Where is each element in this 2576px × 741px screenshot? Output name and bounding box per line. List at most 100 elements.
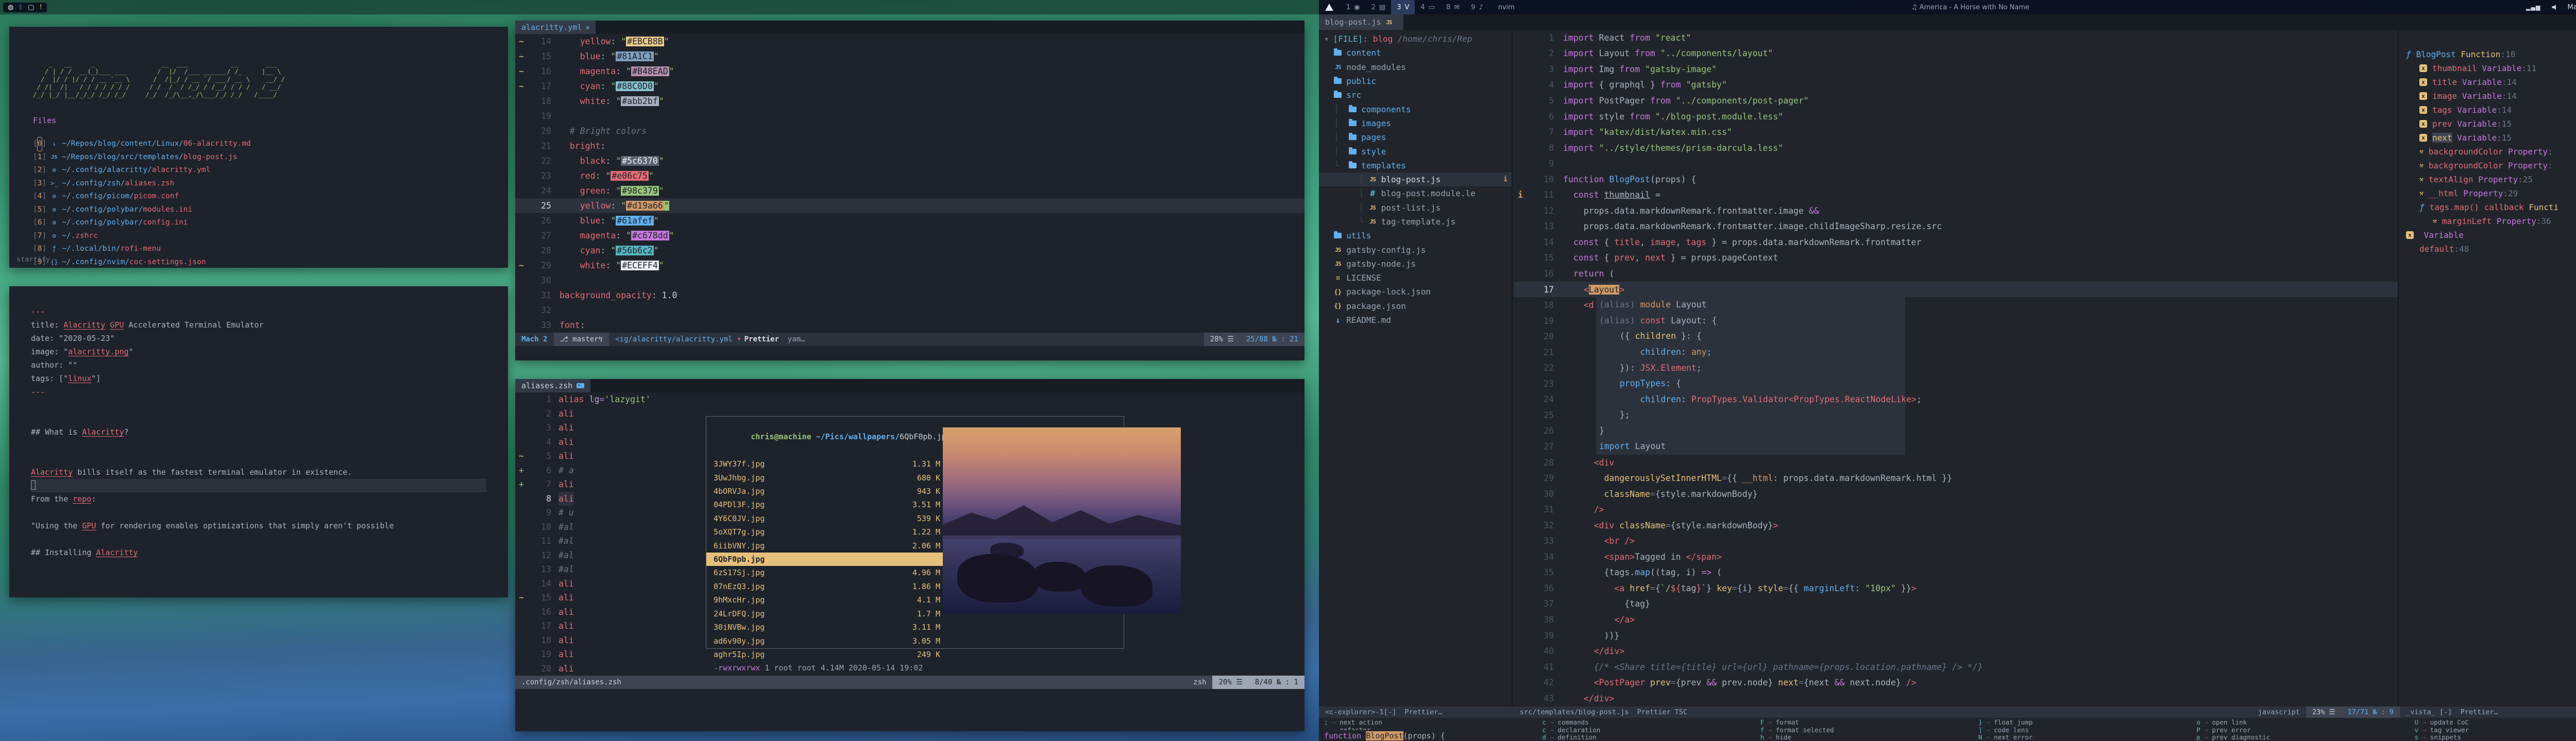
coc-explorer-pane[interactable]: ▾ [FILE]: blog /home/chris/Rep content J… (1319, 30, 1513, 706)
color-swatch: #e06c75 (611, 171, 649, 181)
outline-item[interactable]: ⚒backgroundColor Property: (2399, 159, 2576, 173)
file-row[interactable]: 9hMxcHr.jpg4.1 M (706, 593, 948, 607)
startify-entry[interactable]: [9]{}~/.config/nvim/coc-settings.json (33, 256, 508, 268)
explorer-item-templates[interactable]: └ templates (1319, 159, 1512, 173)
file-row[interactable]: 6iibVNY.jpg2.06 M (706, 539, 948, 553)
code-line: 40 </div> (1514, 643, 2398, 659)
outline-item[interactable]: ⚒backgroundColor Property: (2399, 145, 2576, 159)
file-row[interactable]: 07nEzQ3.jpg1.86 M (706, 580, 948, 593)
display-icon[interactable]: ▢ (28, 4, 34, 11)
file-row[interactable]: ad6v90y.jpg3.05 M (706, 634, 948, 648)
workspace-8[interactable]: 8✉ (1440, 0, 1465, 14)
zsh-statusline: .config/zsh/aliases.zsh zsh 20% ☰ 8/40 №… (515, 676, 1304, 689)
diagnostic-info-icon: i (1503, 176, 1507, 183)
file-row[interactable]: 5oXQT7g.jpg1.22 M (706, 525, 948, 539)
explorer-item-src[interactable]: src (1319, 88, 1512, 102)
alert-icon[interactable]: ! (39, 4, 42, 11)
file-row[interactable]: 4Y6C0JV.jpg539 K (706, 512, 948, 525)
code-line: 38 </a> (1514, 612, 2398, 628)
outline-item[interactable]: ⚒__html Property:29 (2399, 186, 2576, 200)
yml-line: 23 red: "#e06c75" (515, 168, 1304, 183)
file-row[interactable]: 3UwJhbg.jpg680 K (706, 471, 948, 485)
wifi-icon[interactable]: ▂▄▆ (2526, 4, 2540, 11)
explorer-item-README.md[interactable]: ↓README.md (1319, 313, 1512, 327)
code-line: 16 return ( (1514, 266, 2398, 282)
tab-blog-post-js[interactable]: blog-post.js JS (1319, 14, 1403, 30)
volume-icon[interactable] (2552, 5, 2556, 10)
outline-item[interactable]: ƒBlogPost Function:10 (2399, 47, 2576, 61)
startify-entry[interactable]: [7]⚙~/.zshrc (33, 230, 508, 243)
cheatsheet-binding: F → format (1760, 719, 1978, 727)
explorer-item-LICENSE[interactable]: ¤LICENSE (1319, 271, 1512, 285)
tab-aliases-zsh[interactable]: aliases.zsh >_ (515, 379, 590, 392)
startify-entry[interactable]: [5]⚙~/.config/polybar/modules.ini (33, 203, 508, 217)
wallpaper-image-preview (943, 427, 1181, 614)
startify-entry[interactable]: [4]⚙~/.config/picom/picom.conf (33, 190, 508, 203)
outline-item[interactable]: default:48 (2399, 242, 2576, 256)
explorer-item-node_modules[interactable]: JSnode_modules (1319, 60, 1512, 74)
startify-entry[interactable]: [3]>_~/.config/zsh/aliases.zsh (33, 177, 508, 191)
workspace-4[interactable]: 4▭ (1415, 0, 1440, 14)
file-row[interactable]: 6zS17Sj.jpg4.96 M (706, 566, 948, 579)
workspace-9[interactable]: 9♪ (1465, 0, 1489, 14)
outline-item[interactable]: xtags Variable:14 (2399, 103, 2576, 117)
explorer-item-gatsby-config.js[interactable]: JSgatsby-config.js (1319, 243, 1512, 256)
explorer-item-content[interactable]: content (1319, 46, 1512, 60)
code-line: 32 <div className={style.markdownBody}> (1514, 518, 2398, 533)
now-playing[interactable]: ♫ America - A Horse with No Name (1911, 4, 2029, 11)
music-icon: ♪ (1479, 4, 1483, 11)
code-line: 7import "katex/dist/katex.min.css" (1514, 124, 2398, 140)
startify-window[interactable]: _ __ _ __ ___ __ ___ / | / / __(_)___ __… (9, 27, 508, 268)
statusline-filepath: .config/zsh/aliases.zsh (515, 676, 628, 689)
startify-entry[interactable]: [8]ƒ~/.local/bin/rofi-menu (33, 243, 508, 256)
explorer-item-package.json[interactable]: {}package.json (1319, 299, 1512, 313)
outline-item[interactable]: xnext Variable:15 (2399, 131, 2576, 145)
explorer-item-pages[interactable]: │ pages (1319, 130, 1512, 144)
file-row[interactable]: 4bORVJa.jpg943 K (706, 485, 948, 498)
file-row[interactable]: 3JWY37f.jpg1.31 M (706, 457, 948, 471)
startify-entry[interactable]: [2]⚙~/.config/alacritty/alacritty.yml (33, 164, 508, 177)
alacritty-yml-window[interactable]: alacritty.yml⚙ ~14 yellow: "#EBCB8B"~15 … (515, 21, 1304, 360)
explorer-item-utils[interactable]: utils (1319, 229, 1512, 243)
outline-item[interactable]: ƒtags.map() callback Functi (2399, 200, 2576, 214)
explorer-item-images[interactable]: │ images (1319, 116, 1512, 130)
outline-item[interactable]: ⚒textAlign Property:25 (2399, 173, 2576, 186)
outline-item[interactable]: xprev Variable:15 (2399, 117, 2576, 131)
outline-item[interactable]: xthumbnail Variable:11 (2399, 61, 2576, 75)
vista-outline-pane[interactable]: ƒBlogPost Function:10xthumbnail Variable… (2399, 30, 2576, 706)
explorer-item-gatsby-node.js[interactable]: JSgatsby-node.js (1319, 257, 1512, 271)
startify-entry[interactable]: [0]↓~/Repos/blog/content/Linux/06-alacri… (33, 137, 508, 151)
code-pane[interactable]: 1import React from "react"2import Layout… (1514, 30, 2399, 706)
aliases-zsh-window[interactable]: aliases.zsh >_ 1alias lg='lazygit'2ali3a… (515, 379, 1304, 731)
explorer-root[interactable]: ▾ [FILE]: blog /home/chris/Rep (1319, 32, 1512, 46)
outline-item[interactable]: x Variable (2399, 228, 2576, 242)
workspace-1[interactable]: 1◉ (1341, 0, 1366, 14)
file-row[interactable]: 24LrDFQ.jpg1.7 M (706, 607, 948, 621)
explorer-item-package-lock.json[interactable]: {}package-lock.json (1319, 285, 1512, 299)
outline-item[interactable]: ⚒marginLeft Property:36 (2399, 214, 2576, 228)
explorer-item-blog-post.js[interactable]: │ JSblog-post.jsi (1319, 173, 1512, 186)
explorer-item-post-list.js[interactable]: │ JSpost-list.js (1319, 201, 1512, 215)
outline-item[interactable]: xtitle Variable:14 (2399, 75, 2576, 89)
system-tray[interactable]: ◍ ᛒ ▢! (3, 3, 47, 12)
startify-entry[interactable]: [6]⚙~/.config/polybar/config.ini (33, 216, 508, 230)
markdown-window[interactable]: ---title: Alacritty GPU Accelerated Term… (9, 286, 508, 597)
github-icon[interactable]: ◍ (8, 4, 13, 11)
startify-entry[interactable]: [1]JS~/Repos/blog/src/templates/blog-pos… (33, 151, 508, 164)
explorer-item-tag-template.js[interactable]: └ JStag-template.js (1319, 215, 1512, 229)
explorer-item-style[interactable]: │ style (1319, 144, 1512, 158)
explorer-item-components[interactable]: │ components (1319, 102, 1512, 116)
explorer-item-public[interactable]: public (1319, 74, 1512, 88)
outline-item[interactable]: ximage Variable:14 (2399, 89, 2576, 103)
nvim-editor[interactable]: blog-post.js JS ▾ [FILE]: blog /home/chr… (1319, 14, 2576, 741)
workspace-3[interactable]: 3V (1391, 0, 1415, 14)
tab-alacritty-yml[interactable]: alacritty.yml⚙ (515, 21, 596, 34)
yml-line: 31background_opacity: 1.0 (515, 288, 1304, 303)
explorer-item-blog-post.module.le[interactable]: │ #blog-post.module.le (1319, 186, 1512, 200)
workspace-2[interactable]: 2▤ (1366, 0, 1392, 14)
bluetooth-icon[interactable]: ᛒ (19, 4, 23, 11)
file-row[interactable]: 04PDl3F.jpg3.51 M (706, 498, 948, 511)
file-row[interactable]: 30iNVBw.jpg3.11 M (706, 621, 948, 634)
file-row[interactable]: aghr5Ip.jpg249 K (706, 648, 948, 661)
code-line: 41 {/* <Share title={title} url={url} pa… (1514, 659, 2398, 675)
